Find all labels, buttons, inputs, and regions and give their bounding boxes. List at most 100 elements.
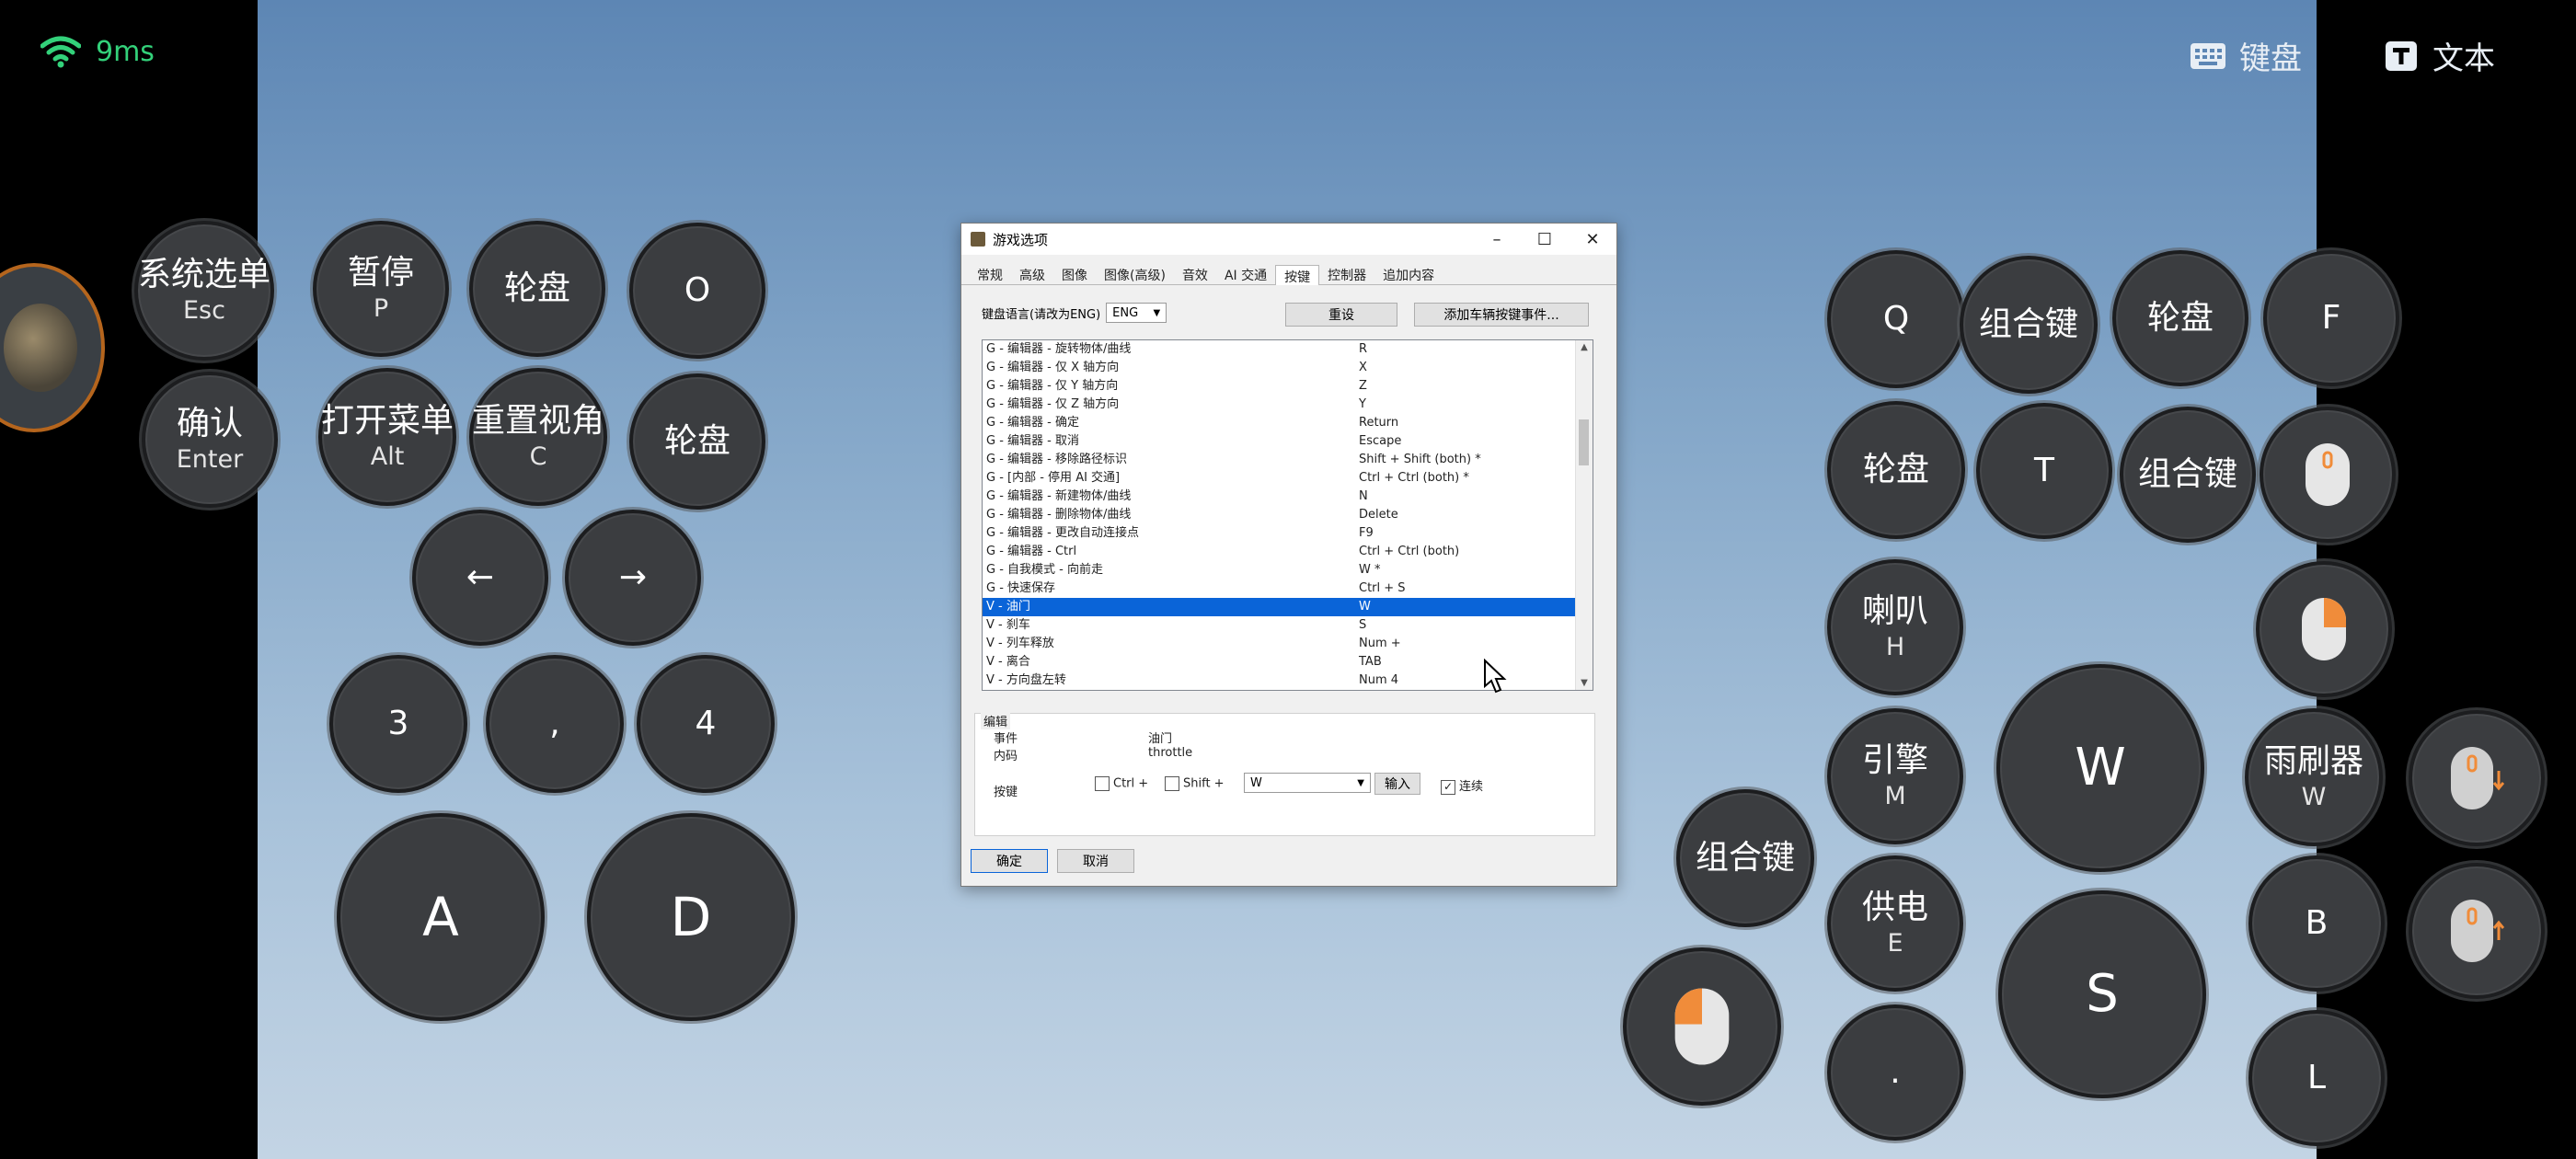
key-pause-label: 暂停 [347, 253, 414, 292]
list-item[interactable]: V - 刹车 S [983, 616, 1593, 635]
key-3[interactable]: 3 [329, 655, 467, 793]
key-binding-list[interactable]: G - 编辑器 - 旋转物体/曲线 R G - 编辑器 - 仅 X 轴方向 X G - … [982, 339, 1593, 691]
tab-ai-traffic[interactable]: AI 交通 [1216, 264, 1275, 284]
key-f-label: F [2321, 299, 2341, 338]
key-esc[interactable]: 系统选单 Esc [134, 221, 274, 361]
key-pause[interactable]: 暂停 P [313, 221, 449, 357]
shift-checkbox[interactable] [1165, 776, 1179, 791]
ctrl-label: Ctrl + [1113, 776, 1149, 791]
list-item[interactable]: G - 编辑器 - 仅 Y 轴方向 Z [983, 377, 1593, 396]
key-combo-3[interactable]: 组合键 [1676, 789, 1814, 927]
close-icon[interactable]: ✕ [1569, 230, 1616, 249]
list-item[interactable]: G - 编辑器 - 移除路径标识 Shift + Shift (both) * [983, 451, 1593, 469]
key-wheel-1[interactable]: 轮盘 [469, 221, 605, 357]
key-combo-2[interactable]: 组合键 [2120, 407, 2256, 543]
shift-modifier[interactable]: Shift + [1165, 776, 1225, 791]
add-vehicle-key-event-button[interactable]: 添加车辆按键事件... [1414, 303, 1589, 327]
list-item[interactable]: G - 编辑器 - 仅 Z 轴方向 Y [983, 396, 1593, 414]
key-arrow-left[interactable]: ← [412, 510, 548, 646]
continuous-checkbox[interactable]: ✓ [1441, 779, 1455, 795]
list-item[interactable]: G - [内部 - 停用 AI 交通] Ctrl + Ctrl (both) * [983, 469, 1593, 488]
key-b[interactable]: B [2248, 855, 2385, 992]
key-4[interactable]: 4 [637, 655, 775, 793]
ctrl-checkbox[interactable] [1095, 776, 1110, 791]
list-item[interactable]: G - 编辑器 - 删除物体/曲线 Delete [983, 506, 1593, 524]
scroll-up-arrow-icon[interactable]: ▲ [1576, 342, 1593, 352]
code-label: 内码 [994, 750, 1018, 763]
tab-sound[interactable]: 音效 [1174, 264, 1216, 284]
key-a[interactable]: A [337, 813, 545, 1021]
mouse-scroll-up[interactable] [2409, 863, 2545, 999]
cancel-button[interactable]: 取消 [1057, 849, 1134, 873]
edit-group: 编辑 事件 油门 内码 throttle 按键 Ctrl + Shift + W… [974, 712, 1595, 836]
key-reset-view[interactable]: 重置视角 C [469, 368, 607, 506]
avatar[interactable] [0, 263, 105, 432]
key-wiper[interactable]: 雨刷器 W [2245, 708, 2383, 846]
mouse-button-left[interactable] [1623, 947, 1781, 1106]
key-engine[interactable]: 引擎 M [1827, 708, 1963, 844]
continuous-option[interactable]: ✓ 连续 [1441, 776, 1483, 795]
reset-button[interactable]: 重设 [1285, 303, 1397, 327]
scroll-down-arrow-icon[interactable]: ▼ [1576, 678, 1593, 688]
list-item-key: Return [1359, 416, 1399, 430]
list-item[interactable]: G - 编辑器 - 旋转物体/曲线 R [983, 340, 1593, 359]
list-scrollbar[interactable]: ▲ ▼ [1575, 340, 1593, 690]
list-item-event: G - 快速保存 [986, 581, 1056, 595]
key-o[interactable]: O [629, 223, 765, 359]
key-t[interactable]: T [1976, 403, 2112, 539]
ok-button[interactable]: 确定 [971, 849, 1048, 873]
key-arrow-right-label: → [618, 558, 648, 597]
tab-keys[interactable]: 按键 [1275, 265, 1320, 285]
list-item[interactable]: V - 列车释放 Num + [983, 635, 1593, 653]
tab-graphics[interactable]: 图像 [1053, 264, 1096, 284]
key-alt[interactable]: 打开菜单 Alt [318, 368, 456, 506]
key-l[interactable]: L [2248, 1010, 2385, 1146]
key-combo-1[interactable]: 组合键 [1960, 256, 2098, 394]
key-select[interactable]: W ▼ [1244, 773, 1371, 793]
key-pause-code: P [373, 293, 389, 323]
list-item-key: X [1359, 361, 1367, 374]
list-item[interactable]: G - 编辑器 - 更改自动连接点 F9 [983, 524, 1593, 543]
minimize-icon[interactable]: – [1473, 230, 1521, 249]
key-q[interactable]: Q [1827, 250, 1965, 388]
list-item[interactable]: V - 油门 W [983, 598, 1593, 616]
mouse-button-1[interactable] [2260, 407, 2396, 543]
key-d[interactable]: D [587, 813, 795, 1021]
key-power[interactable]: 供电 E [1827, 855, 1963, 992]
ctrl-modifier[interactable]: Ctrl + [1095, 776, 1148, 791]
tab-general[interactable]: 常规 [969, 264, 1011, 284]
tab-addons[interactable]: 追加内容 [1374, 264, 1443, 284]
keyboard-button[interactable]: 键盘 [2190, 33, 2302, 78]
key-wheel-4[interactable]: 轮盘 [1827, 401, 1965, 539]
list-item[interactable]: G - 编辑器 - 仅 X 轴方向 X [983, 359, 1593, 377]
list-item[interactable]: G - 编辑器 - Ctrl Ctrl + Ctrl (both) [983, 543, 1593, 561]
key-comma[interactable]: , [486, 655, 624, 793]
tab-controller[interactable]: 控制器 [1319, 264, 1374, 284]
key-arrow-right[interactable]: → [565, 510, 701, 646]
mouse-scroll-down[interactable] [2409, 710, 2545, 846]
key-dot[interactable]: . [1827, 1004, 1963, 1141]
key-wiper-code: W [2301, 782, 2327, 811]
list-item[interactable]: G - 快速保存 Ctrl + S [983, 580, 1593, 598]
key-enter[interactable]: 确认 Enter [142, 372, 278, 508]
maximize-icon[interactable]: ☐ [1521, 230, 1569, 249]
text-icon [2386, 40, 2417, 71]
keyboard-language-select[interactable]: ENG ▼ [1106, 303, 1167, 323]
list-item[interactable]: G - 编辑器 - 取消 Escape [983, 432, 1593, 451]
input-button[interactable]: 输入 [1374, 773, 1420, 795]
key-horn[interactable]: 喇叭 H [1827, 559, 1963, 695]
scrollbar-thumb[interactable] [1579, 419, 1589, 465]
key-wheel-3[interactable]: 轮盘 [2112, 250, 2248, 386]
tab-graphics-advanced[interactable]: 图像(高级) [1096, 264, 1174, 284]
list-item[interactable]: G - 编辑器 - 确定 Return [983, 414, 1593, 432]
text-button[interactable]: 文本 [2383, 33, 2495, 78]
list-item[interactable]: G - 编辑器 - 新建物体/曲线 N [983, 488, 1593, 506]
key-f[interactable]: F [2263, 250, 2399, 386]
mouse-button-right[interactable] [2256, 561, 2392, 697]
list-item-key: N [1359, 489, 1368, 503]
key-wheel-2[interactable]: 轮盘 [629, 373, 765, 510]
key-s[interactable]: S [1998, 890, 2206, 1098]
key-w[interactable]: W [1996, 664, 2204, 872]
tab-advanced[interactable]: 高级 [1011, 264, 1053, 284]
list-item[interactable]: G - 自我模式 - 向前走 W * [983, 561, 1593, 580]
